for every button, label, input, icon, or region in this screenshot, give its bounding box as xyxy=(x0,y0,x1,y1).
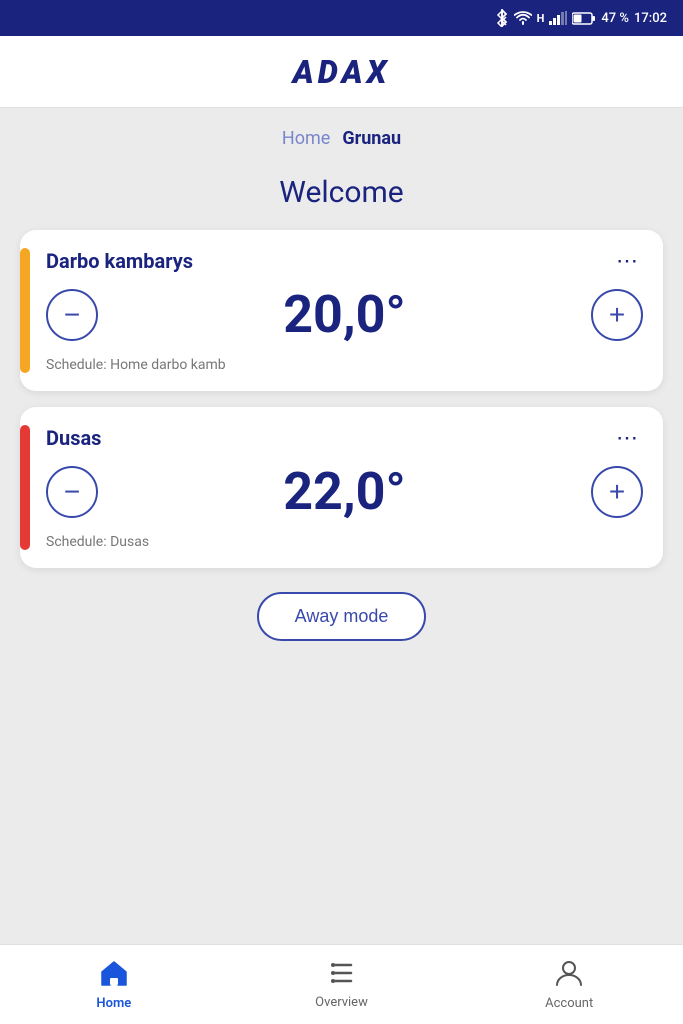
signal-bars-icon xyxy=(549,11,567,25)
temp-value-1: 20,0° xyxy=(283,284,406,345)
card-accent-2 xyxy=(20,425,30,550)
bottom-nav: Home Overview Account xyxy=(0,944,683,1024)
app-header: ADAX xyxy=(0,36,683,108)
status-icons: H 47 % 17:02 xyxy=(495,9,667,27)
card-temp-row-2: − 22,0° + xyxy=(46,461,643,522)
nav-label-home: Home xyxy=(96,996,131,1011)
wifi-icon xyxy=(514,11,532,25)
device-card-1: Darbo kambarys ⋯ − 20,0° + Schedule: Hom… xyxy=(20,230,663,391)
nav-item-home[interactable]: Home xyxy=(0,959,228,1011)
card-menu-btn-1[interactable]: ⋯ xyxy=(612,248,643,274)
welcome-title: Welcome xyxy=(20,175,663,210)
nav-label-overview: Overview xyxy=(315,995,368,1010)
device-card-2: Dusas ⋯ − 22,0° + Schedule: Dusas xyxy=(20,407,663,568)
breadcrumb: Home Grunau xyxy=(20,108,663,159)
card-name-1: Darbo kambarys xyxy=(46,249,193,273)
battery-icon xyxy=(572,12,596,25)
status-bar: H 47 % 17:02 xyxy=(0,0,683,36)
card-temp-row-1: − 20,0° + xyxy=(46,284,643,345)
card-accent-1 xyxy=(20,248,30,373)
clock: 17:02 xyxy=(634,11,667,26)
home-icon xyxy=(99,959,129,992)
card-header-1: Darbo kambarys ⋯ xyxy=(46,248,643,274)
card-body-2: Dusas ⋯ − 22,0° + Schedule: Dusas xyxy=(46,425,643,550)
card-schedule-2: Schedule: Dusas xyxy=(46,534,643,550)
nav-label-account: Account xyxy=(545,996,593,1011)
temp-value-2: 22,0° xyxy=(283,461,406,522)
nav-item-overview[interactable]: Overview xyxy=(228,960,456,1010)
breadcrumb-home[interactable]: Home xyxy=(282,128,330,149)
card-header-2: Dusas ⋯ xyxy=(46,425,643,451)
app-logo: ADAX xyxy=(293,53,391,91)
breadcrumb-current[interactable]: Grunau xyxy=(342,128,401,149)
increase-temp-btn-1[interactable]: + xyxy=(591,289,643,341)
main-content: Home Grunau Welcome Darbo kambarys ⋯ − 2… xyxy=(0,108,683,944)
card-schedule-1: Schedule: Home darbo kamb xyxy=(46,357,643,373)
decrease-temp-btn-2[interactable]: − xyxy=(46,466,98,518)
increase-temp-btn-2[interactable]: + xyxy=(591,466,643,518)
away-mode-container: Away mode xyxy=(20,592,663,641)
card-name-2: Dusas xyxy=(46,426,101,450)
nav-item-account[interactable]: Account xyxy=(455,959,683,1011)
bluetooth-icon xyxy=(495,9,509,27)
overview-icon xyxy=(327,960,357,991)
decrease-temp-btn-1[interactable]: − xyxy=(46,289,98,341)
card-menu-btn-2[interactable]: ⋯ xyxy=(612,425,643,451)
away-mode-button[interactable]: Away mode xyxy=(257,592,427,641)
card-body-1: Darbo kambarys ⋯ − 20,0° + Schedule: Hom… xyxy=(46,248,643,373)
signal-h-icon: H xyxy=(537,12,545,25)
account-icon xyxy=(554,959,584,992)
battery-percent: 47 % xyxy=(601,11,629,26)
